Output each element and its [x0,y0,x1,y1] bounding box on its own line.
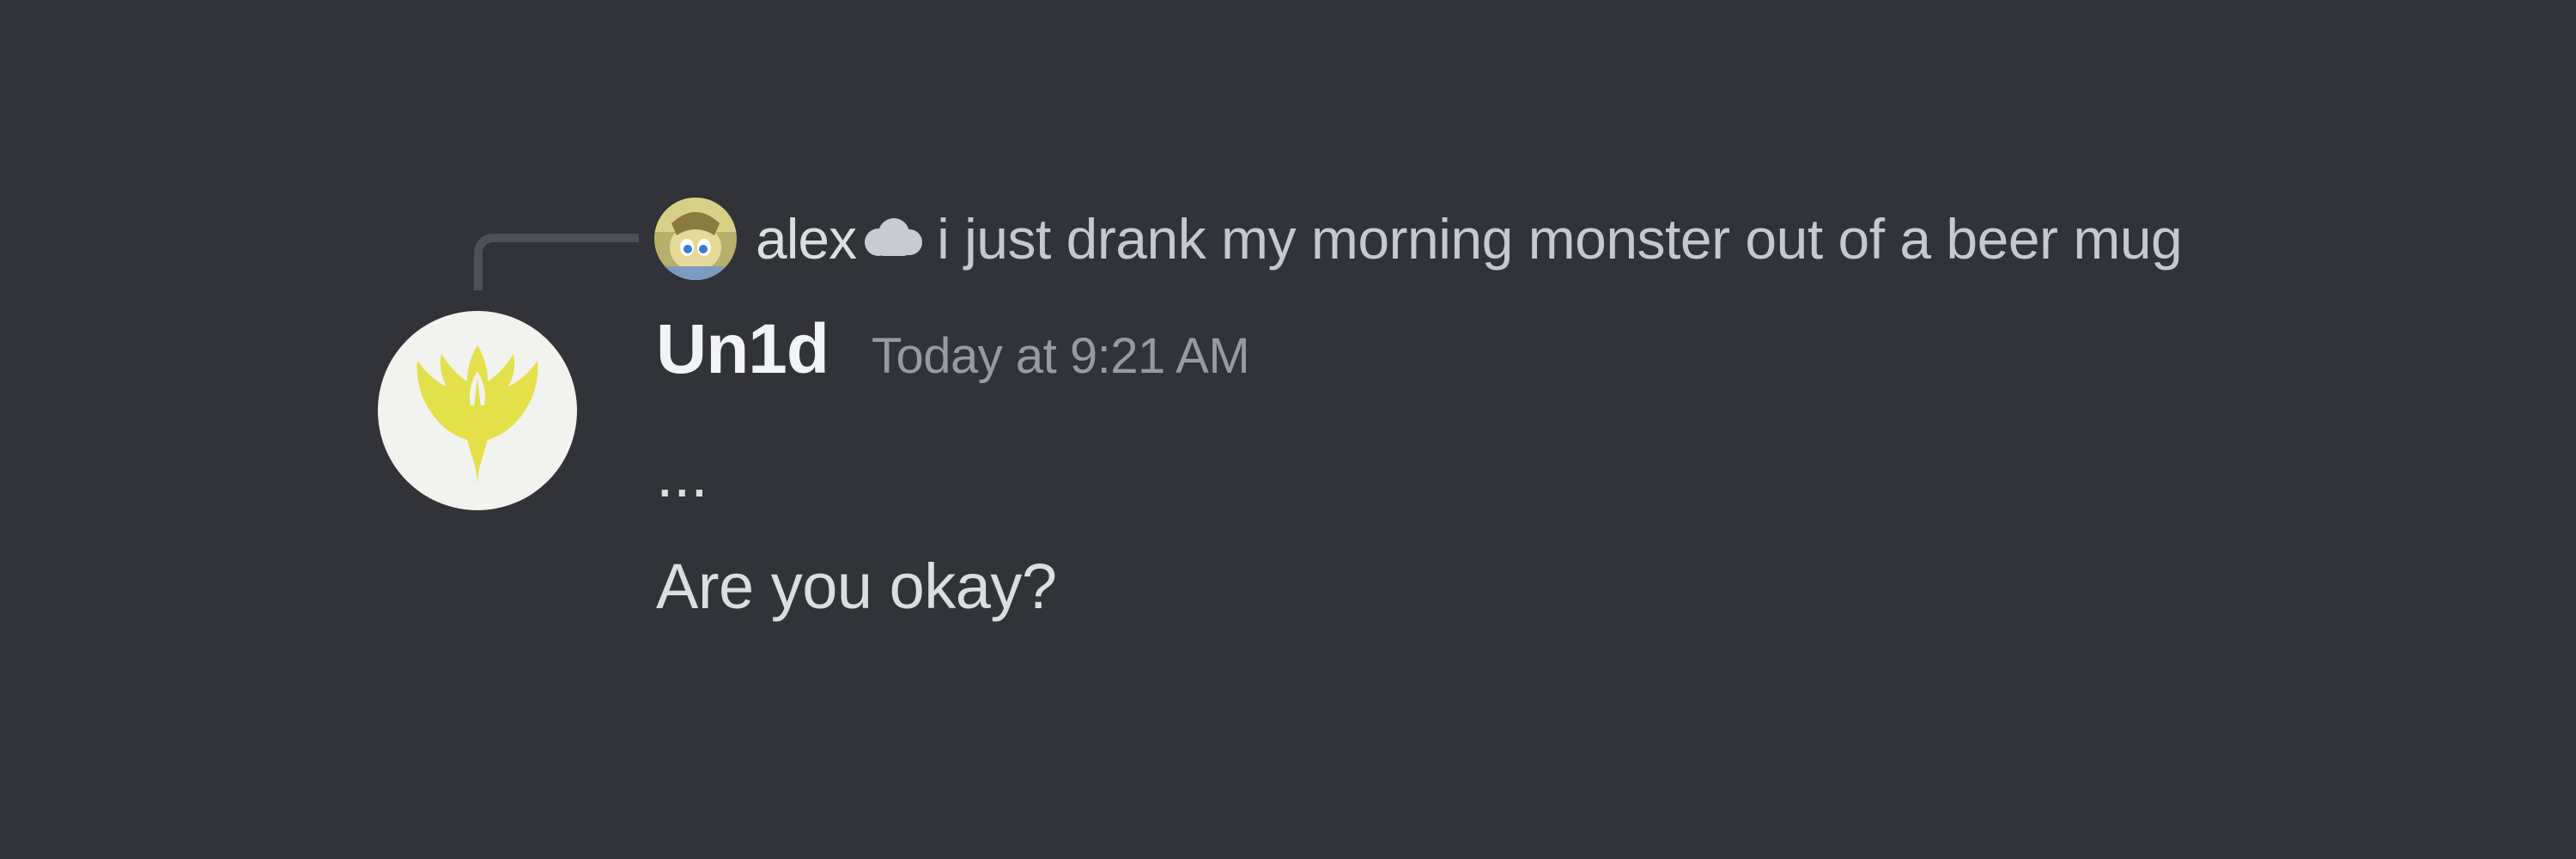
reply-avatar[interactable] [654,198,737,280]
cloud-icon [856,215,928,263]
message: alex i just drank my morning monster out… [0,0,2576,859]
reply-spine [474,234,639,290]
avatar-image [378,311,577,510]
avatar[interactable] [378,311,577,510]
message-header: Un1d Today at 9:21 AM [656,309,1250,404]
timestamp[interactable]: Today at 9:21 AM [872,327,1250,385]
reply-preview[interactable]: alex i just drank my morning monster out… [654,196,2183,282]
message-line: ... [656,439,708,510]
reply-author-name[interactable]: alex [756,206,857,271]
reply-avatar-image [654,198,737,280]
message-line: Are you okay? [656,551,1057,622]
reply-message-text[interactable]: i just drank my morning monster out of a… [937,206,2183,271]
username[interactable]: Un1d [656,309,829,390]
chat-view: alex i just drank my morning monster out… [0,0,2576,859]
